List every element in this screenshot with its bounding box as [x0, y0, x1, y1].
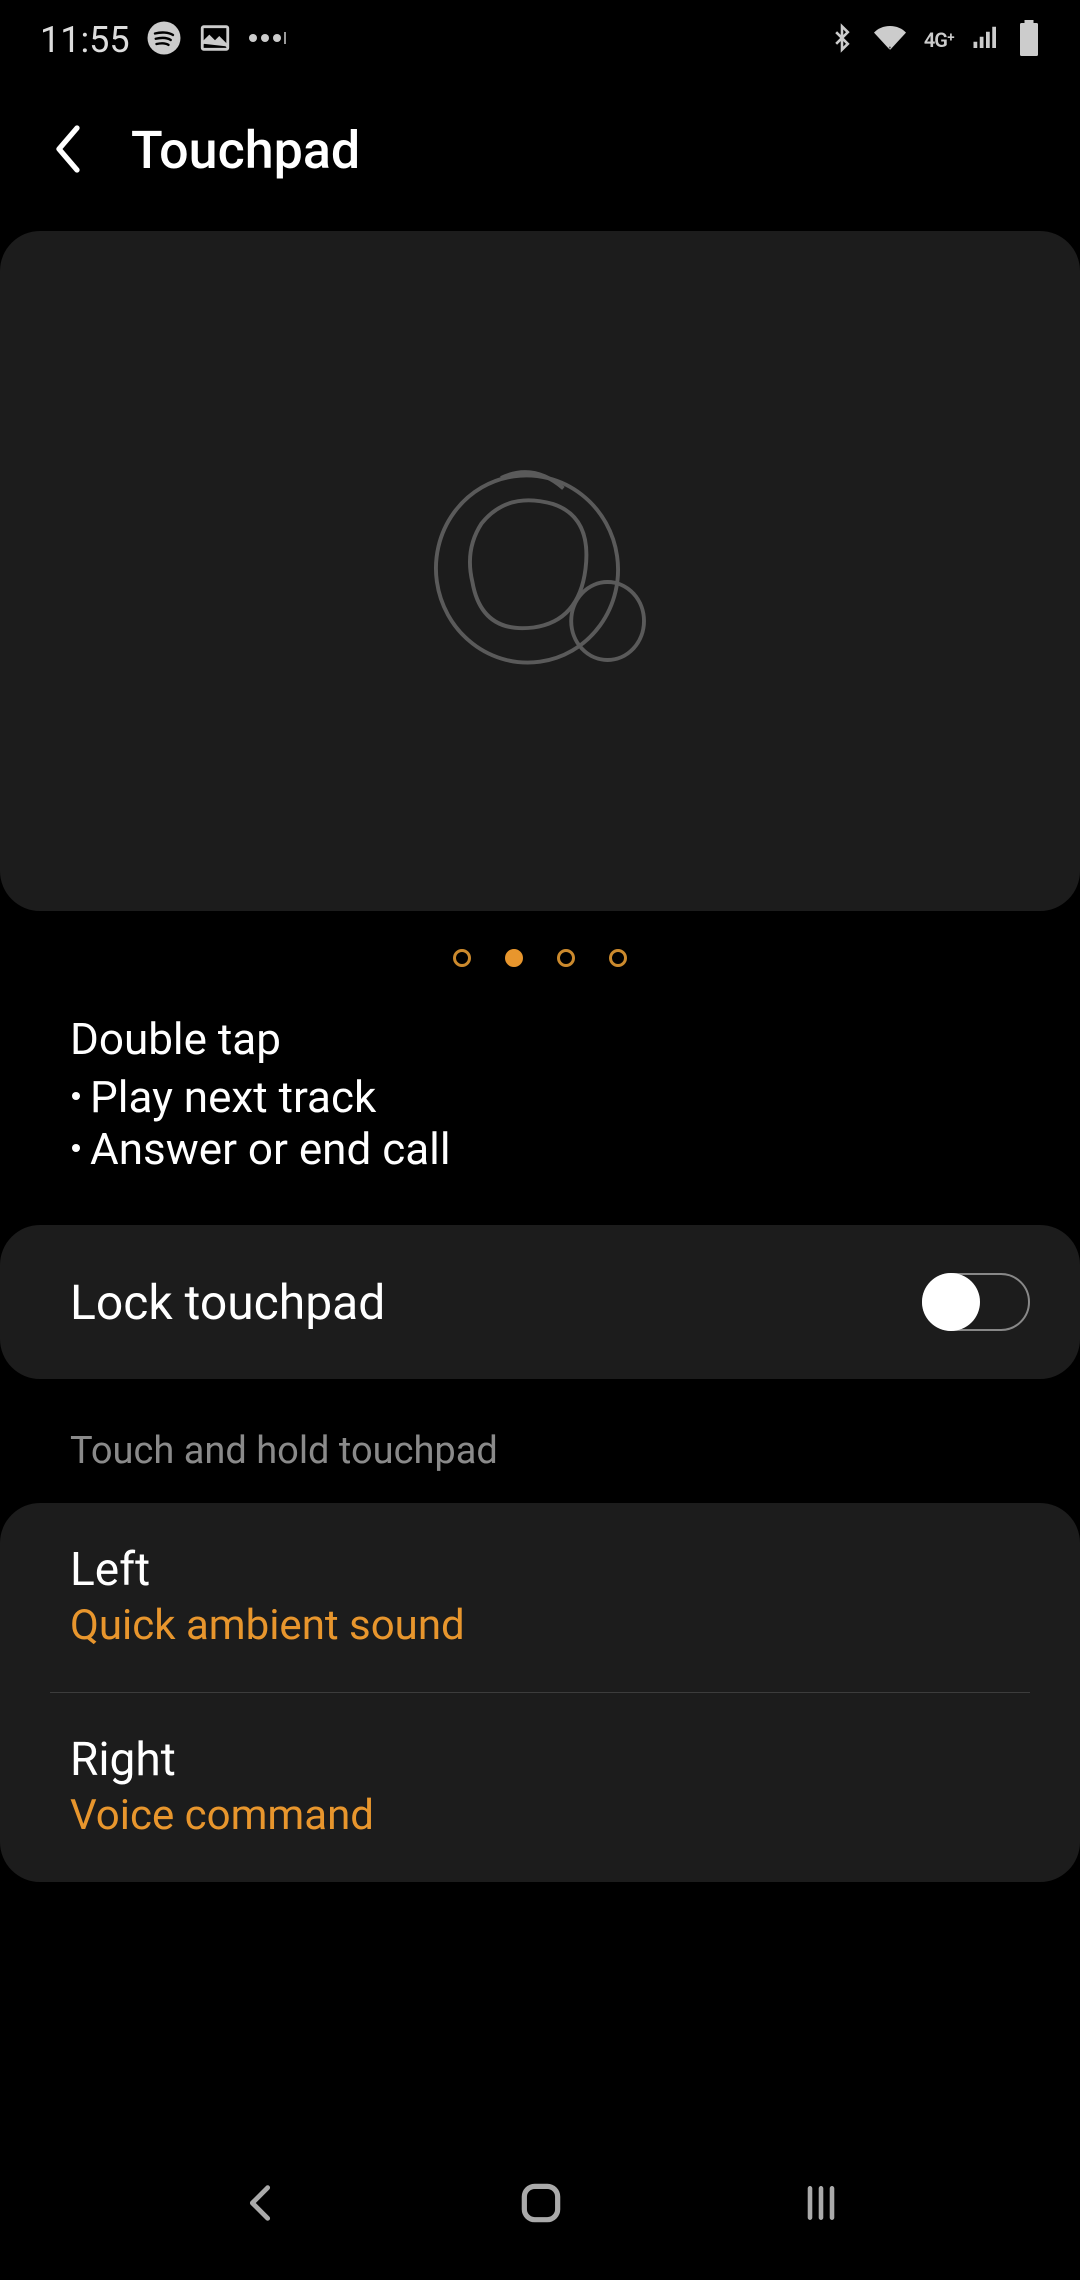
4g-icon: 4G⁺	[924, 28, 954, 52]
page-title: Touchpad	[131, 120, 360, 181]
lock-touchpad-row[interactable]: Lock touchpad	[0, 1225, 1080, 1379]
touchpad-illustration-card[interactable]	[0, 231, 1080, 911]
more-dots-icon	[248, 28, 288, 52]
hold-actions-card: Left Quick ambient sound Right Voice com…	[0, 1503, 1080, 1882]
hold-right-row[interactable]: Right Voice command	[50, 1692, 1030, 1882]
gesture-line-0: Play next track	[70, 1071, 1010, 1123]
lock-touchpad-label: Lock touchpad	[70, 1274, 385, 1331]
status-time: 11:55	[40, 19, 130, 61]
nav-home-icon[interactable]	[516, 2178, 566, 2232]
hold-right-title: Right	[70, 1733, 1010, 1787]
carousel-dot-2[interactable]	[557, 949, 575, 967]
bluetooth-icon	[828, 20, 856, 60]
back-icon[interactable]	[50, 122, 86, 180]
carousel-dot-1[interactable]	[505, 949, 523, 967]
status-bar: 11:55 ↕ 4G⁺	[0, 0, 1080, 80]
hold-right-value: Voice command	[70, 1791, 1010, 1840]
nav-bar	[0, 2130, 1080, 2280]
hold-left-title: Left	[70, 1543, 1010, 1597]
nav-recents-icon[interactable]	[799, 2181, 843, 2229]
carousel-dots	[0, 949, 1080, 967]
gesture-title: Double tap	[70, 1013, 1010, 1065]
status-right: ↕ 4G⁺	[828, 20, 1040, 60]
gesture-description: Double tap Play next track Answer or end…	[0, 967, 1080, 1225]
earbud-icon	[410, 439, 670, 703]
signal-icon	[970, 23, 1002, 57]
svg-text:↕: ↕	[888, 43, 893, 54]
lock-touchpad-toggle[interactable]	[922, 1273, 1030, 1331]
spotify-icon	[146, 20, 182, 60]
section-label: Touch and hold touchpad	[0, 1379, 1080, 1503]
carousel-dot-0[interactable]	[453, 949, 471, 967]
battery-icon	[1018, 20, 1040, 60]
hold-left-value: Quick ambient sound	[70, 1601, 1010, 1650]
header-bar: Touchpad	[0, 80, 1080, 231]
image-icon	[198, 21, 232, 59]
status-left: 11:55	[40, 19, 288, 61]
carousel-dot-3[interactable]	[609, 949, 627, 967]
nav-back-icon[interactable]	[237, 2180, 283, 2230]
hold-left-row[interactable]: Left Quick ambient sound	[0, 1503, 1080, 1692]
gesture-line-1: Answer or end call	[70, 1123, 1010, 1175]
wifi-icon: ↕	[872, 22, 908, 58]
toggle-knob	[922, 1273, 980, 1331]
